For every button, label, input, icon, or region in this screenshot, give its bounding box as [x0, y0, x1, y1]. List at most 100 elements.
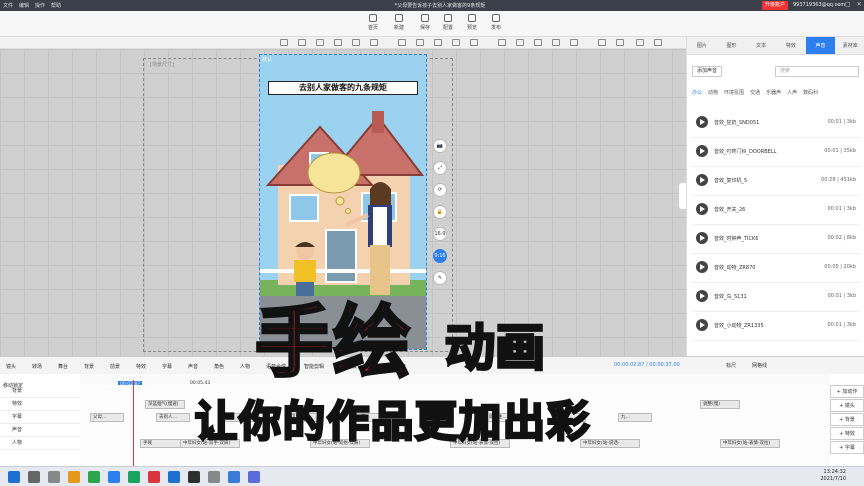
- sound-row[interactable]: 音效_叮咚门铃_DOORBELL 00:01 | 35kb: [692, 138, 860, 167]
- app-red-icon[interactable]: [148, 471, 160, 483]
- rotate-view-icon[interactable]: ⟳: [433, 183, 447, 197]
- start-icon[interactable]: [8, 471, 20, 483]
- rotate-icon[interactable]: [616, 39, 624, 46]
- timeline-tab[interactable]: 镜头: [6, 363, 16, 370]
- settings-icon[interactable]: [208, 471, 220, 483]
- category-digital[interactable]: 数码科: [803, 89, 818, 96]
- track-label[interactable]: 字幕: [0, 411, 80, 424]
- category-instruments[interactable]: 乐器声: [766, 89, 781, 96]
- publish-button[interactable]: 发布: [484, 14, 508, 31]
- timeline-tab[interactable]: 字幕: [162, 363, 172, 370]
- new-button[interactable]: 新建: [387, 14, 411, 31]
- tab-shapes[interactable]: 图形: [717, 37, 747, 54]
- timeline-tab[interactable]: 人物: [240, 363, 250, 370]
- save-button[interactable]: 保存: [413, 14, 437, 31]
- ruler-toggle[interactable]: 标尺: [726, 362, 736, 369]
- track-label[interactable]: 特效: [0, 398, 80, 411]
- explorer-icon[interactable]: [68, 471, 80, 483]
- timeline-clip[interactable]: 去别人...: [156, 413, 190, 422]
- same-size-icon[interactable]: [470, 39, 478, 46]
- group-icon[interactable]: [498, 39, 506, 46]
- sound-row[interactable]: 音效_开关_26 00:01 | 3kb: [692, 196, 860, 225]
- play-icon[interactable]: [696, 174, 708, 186]
- category-voice[interactable]: 人声: [787, 89, 797, 96]
- app-blue-icon[interactable]: [248, 471, 260, 483]
- sound-row[interactable]: 音效_复印机_5 00:28 | 451kb: [692, 167, 860, 196]
- minimize-icon[interactable]: –: [836, 1, 839, 8]
- same-height-icon[interactable]: [452, 39, 460, 46]
- category-ambience[interactable]: 环境氛围: [724, 89, 744, 96]
- wechat-icon[interactable]: [88, 471, 100, 483]
- menu-edit[interactable]: 编辑: [19, 2, 29, 9]
- align-top-icon[interactable]: [334, 39, 342, 46]
- browser-icon[interactable]: [108, 471, 120, 483]
- tab-sound[interactable]: 声音: [805, 37, 836, 54]
- track-label[interactable]: 声音: [0, 424, 80, 437]
- widgets-icon[interactable]: [48, 471, 60, 483]
- play-icon[interactable]: [696, 319, 708, 331]
- task-view-icon[interactable]: [28, 471, 40, 483]
- sound-row[interactable]: 音效_小动物_ZR1335 00:01 | 3kb: [692, 312, 860, 341]
- play-icon[interactable]: [696, 232, 708, 244]
- align-left-icon[interactable]: [280, 39, 288, 46]
- timeline-tab[interactable]: 角色: [214, 363, 224, 370]
- timeline-add-button[interactable]: + 字幕: [830, 441, 864, 454]
- timeline-clip[interactable]: 中年妇女(站-表情-双拉): [720, 439, 780, 448]
- ungroup-icon[interactable]: [516, 39, 524, 46]
- play-icon[interactable]: [696, 145, 708, 157]
- close-icon[interactable]: ✕: [857, 1, 862, 8]
- sound-row[interactable]: 音效_鸟_S131 00:01 | 3kb: [692, 283, 860, 312]
- redo-icon[interactable]: [654, 39, 662, 46]
- timeline-add-button[interactable]: + 加动作: [830, 385, 864, 398]
- config-button[interactable]: 配置: [436, 14, 460, 31]
- menu-file[interactable]: 文件: [3, 2, 13, 9]
- play-icon[interactable]: [696, 261, 708, 273]
- category-traffic[interactable]: 交通: [750, 89, 760, 96]
- timeline-tab[interactable]: 特效: [136, 363, 146, 370]
- track-label[interactable]: 人物: [0, 437, 80, 450]
- fit-icon[interactable]: ⤢: [433, 161, 447, 175]
- undo-icon[interactable]: [636, 39, 644, 46]
- sound-row[interactable]: 音效_狂奶_SND051 00:01 | 3kb: [692, 109, 860, 138]
- grid-toggle[interactable]: 网格线: [752, 362, 767, 369]
- timeline-tab[interactable]: 舞台: [58, 363, 68, 370]
- maximize-icon[interactable]: □: [845, 1, 851, 8]
- track-label[interactable]: 背景: [0, 385, 80, 398]
- chrome-icon[interactable]: [128, 471, 140, 483]
- preview-button[interactable]: 预览: [460, 14, 484, 31]
- timeline-clip[interactable]: 深蓝烟气(慢速): [145, 400, 185, 409]
- flip-icon[interactable]: [598, 39, 606, 46]
- sound-search-input[interactable]: 搜索: [775, 66, 859, 77]
- tab-library[interactable]: 素材库: [835, 37, 864, 54]
- align-center-icon[interactable]: [298, 39, 306, 46]
- sound-row[interactable]: 音效_动物_ZR870 00:05 | 20kb: [692, 254, 860, 283]
- timeline-tab[interactable]: 前景: [110, 363, 120, 370]
- editor-app-icon[interactable]: [188, 471, 200, 483]
- timeline-tab[interactable]: 声音: [188, 363, 198, 370]
- paste-icon[interactable]: [552, 39, 560, 46]
- distribute-v-icon[interactable]: [416, 39, 424, 46]
- align-middle-icon[interactable]: [352, 39, 360, 46]
- tab-effects[interactable]: 特效: [776, 37, 806, 54]
- timeline-add-button[interactable]: + 特效: [830, 427, 864, 440]
- menu-operate[interactable]: 操作: [35, 2, 45, 9]
- playhead[interactable]: [133, 380, 134, 466]
- camera-icon[interactable]: 📷: [433, 139, 447, 153]
- timeline-add-button[interactable]: + 镜头: [830, 399, 864, 412]
- edge-icon[interactable]: [168, 471, 180, 483]
- timeline-tab[interactable]: 转场: [32, 363, 42, 370]
- add-sound-button[interactable]: 添加声音: [692, 66, 722, 77]
- timeline-tab[interactable]: 背景: [84, 363, 94, 370]
- align-right-icon[interactable]: [316, 39, 324, 46]
- play-icon[interactable]: [696, 203, 708, 215]
- timeline-clip[interactable]: 父母...: [90, 413, 124, 422]
- play-icon[interactable]: [696, 290, 708, 302]
- same-width-icon[interactable]: [434, 39, 442, 46]
- copy-icon[interactable]: [534, 39, 542, 46]
- timeline-clip[interactable]: 调整(慢): [700, 400, 740, 409]
- category-animals[interactable]: 动物: [708, 89, 718, 96]
- category-office[interactable]: 办公: [692, 89, 702, 96]
- menu-help[interactable]: 帮助: [51, 2, 61, 9]
- distribute-h-icon[interactable]: [398, 39, 406, 46]
- panel-collapse-handle[interactable]: [679, 183, 686, 209]
